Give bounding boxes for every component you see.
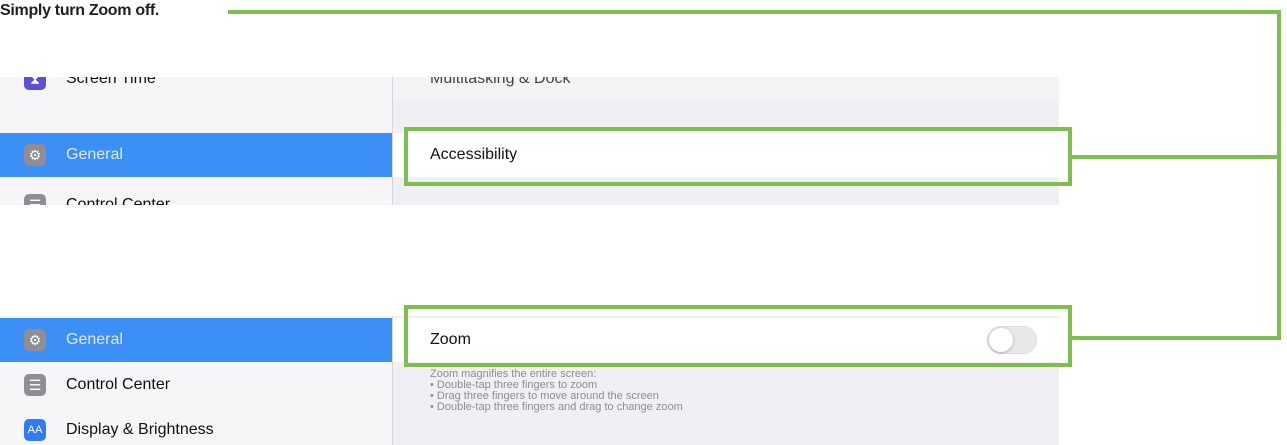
sidebar-item-label: Screen Time [66, 77, 156, 87]
sidebar-item-label: Control Center [66, 376, 171, 393]
zoom-description-line: • Double-tap three fingers and drag to c… [430, 401, 683, 413]
settings-sidebar: ⧗ Screen Time ⚙ General ☰ Control Center [0, 77, 392, 205]
gear-icon: ⚙ [24, 329, 46, 351]
sidebar-item-screen-time[interactable]: ⧗ Screen Time [0, 77, 392, 101]
sidebar-item-label: Display & Brightness [66, 421, 214, 438]
sidebar-item-label: Control Center [66, 196, 171, 205]
toggles-icon: ☰ [24, 194, 46, 205]
sidebar-item-general[interactable]: ⚙ General [0, 318, 392, 362]
toggles-icon: ☰ [24, 374, 46, 396]
callout-line-right [1277, 10, 1281, 340]
settings-sidebar: ⚙ General ☰ Control Center AA Display & … [0, 316, 392, 445]
zoom-description: Zoom magnifies the entire screen: • Doub… [430, 369, 683, 413]
sidebar-item-control-center[interactable]: ☰ Control Center [0, 183, 392, 205]
row-multitasking-dock[interactable]: Multitasking & Dock [393, 77, 1059, 101]
sidebar-item-label: General [66, 146, 123, 163]
sidebar-item-label: General [66, 331, 123, 348]
callout-line-zoom [1068, 336, 1281, 340]
hourglass-icon: ⧗ [24, 77, 46, 90]
zoom-highlight [404, 305, 1072, 367]
sidebar-item-display-brightness[interactable]: AA Display & Brightness [0, 408, 392, 445]
row-label: Multitasking & Dock [430, 77, 571, 87]
sidebar-item-general[interactable]: ⚙ General [0, 133, 392, 177]
callout-line-accessibility [1068, 155, 1281, 159]
callout-line-top [228, 10, 1281, 14]
caption: Simply turn Zoom off. [0, 2, 160, 19]
text-size-icon: AA [24, 419, 46, 441]
gear-icon: ⚙ [24, 144, 46, 166]
accessibility-highlight [404, 127, 1072, 186]
sidebar-item-control-center[interactable]: ☰ Control Center [0, 363, 392, 407]
